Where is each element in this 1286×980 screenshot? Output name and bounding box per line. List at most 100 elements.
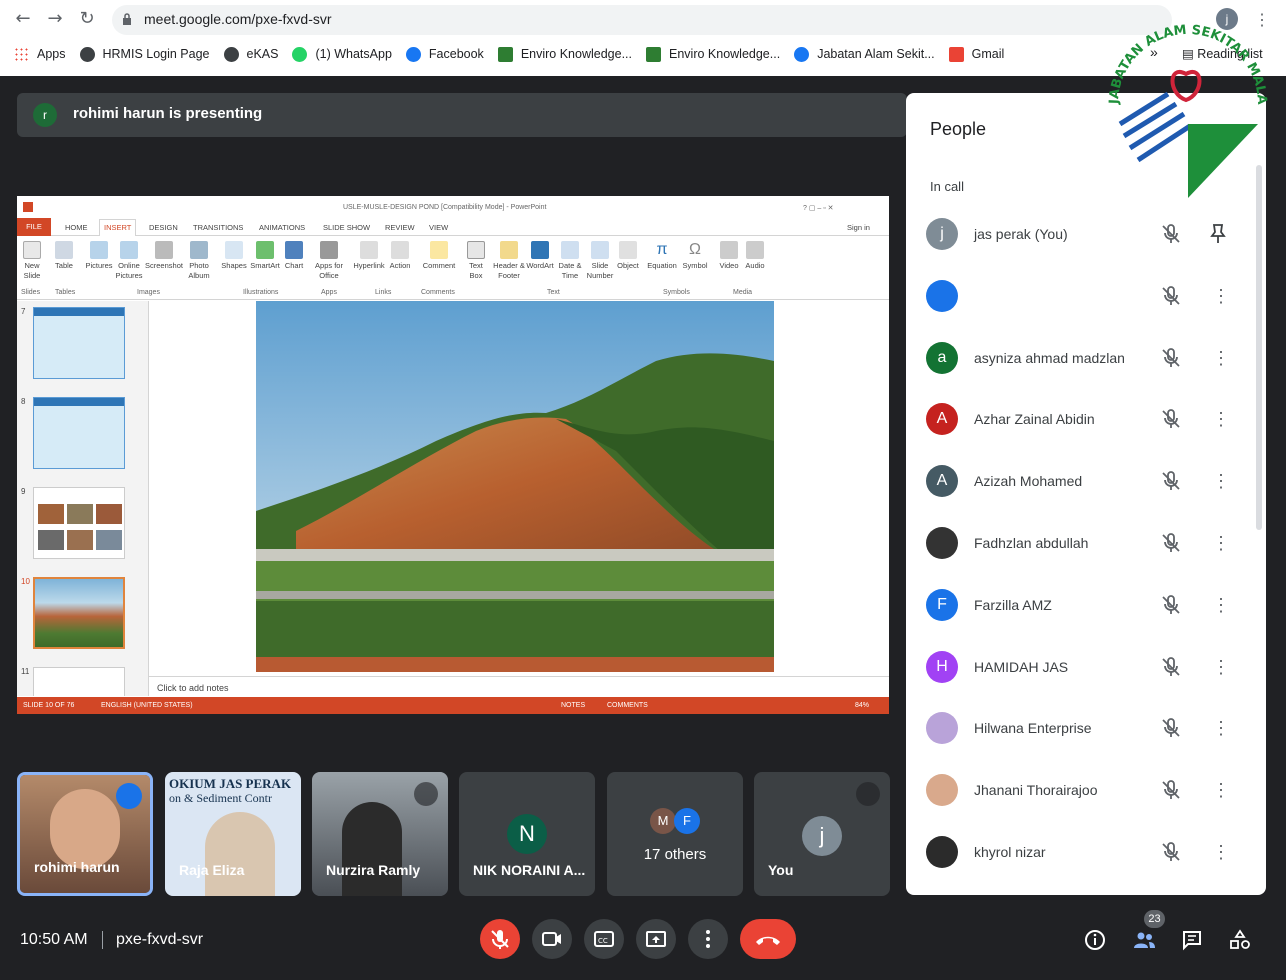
bookmark-whatsapp[interactable]: (1) WhatsApp <box>292 44 392 64</box>
tile-you[interactable]: j You <box>754 772 890 896</box>
slide-thumb-10-selected[interactable] <box>33 577 125 649</box>
mic-off-icon[interactable] <box>1159 778 1183 802</box>
bookmark-ekas[interactable]: eKAS <box>223 44 278 64</box>
ribbon-screenshot[interactable]: Screenshot <box>145 241 183 271</box>
ppt-tab-transitions[interactable]: TRANSITIONS <box>193 223 243 232</box>
ribbon-action[interactable]: Action <box>387 241 413 271</box>
participant-row[interactable]: Hilwana Enterprise ⋮ <box>906 703 1246 753</box>
ribbon-wordart[interactable]: WordArt <box>525 241 555 271</box>
bookmark-jabatan[interactable]: Jabatan Alam Sekit... <box>794 44 935 64</box>
ppt-sign-in[interactable]: Sign in <box>847 223 870 232</box>
ribbon-chart[interactable]: Chart <box>283 241 305 271</box>
ribbon-audio[interactable]: Audio <box>743 241 767 271</box>
more-vert-icon[interactable]: ⋮ <box>1212 469 1230 493</box>
ribbon-equation[interactable]: π Equation <box>645 241 679 271</box>
forward-icon[interactable]: → <box>44 8 66 30</box>
bookmark-gmail[interactable]: Gmail <box>948 44 1004 64</box>
more-vert-icon[interactable]: ⋮ <box>1212 531 1230 555</box>
ribbon-text-box[interactable]: Text Box <box>465 241 487 281</box>
more-vert-icon[interactable]: ⋮ <box>1212 346 1230 370</box>
pin-icon[interactable] <box>1206 222 1230 246</box>
more-vert-icon[interactable]: ⋮ <box>1212 716 1230 740</box>
ribbon-online-pictures[interactable]: Online Pictures <box>115 241 143 281</box>
mic-off-icon[interactable] <box>1159 222 1183 246</box>
ribbon-video[interactable]: Video <box>717 241 741 271</box>
ribbon-shapes[interactable]: Shapes <box>221 241 247 271</box>
tile-raja-eliza[interactable]: OKIUM JAS PERAK on & Sediment Contr Raja… <box>165 772 301 896</box>
mic-toggle-button[interactable] <box>480 919 520 959</box>
present-screen-button[interactable] <box>636 919 676 959</box>
bookmark-enviro-2[interactable]: Enviro Knowledge... <box>646 44 780 64</box>
mic-off-icon[interactable] <box>1159 531 1183 555</box>
mic-off-icon[interactable] <box>1159 346 1183 370</box>
ribbon-comment[interactable]: Comment <box>421 241 457 271</box>
bookmark-hrmis[interactable]: HRMIS Login Page <box>79 44 210 64</box>
ppt-tab-view[interactable]: VIEW <box>429 223 448 232</box>
panel-scrollbar[interactable] <box>1256 165 1262 530</box>
participant-row[interactable]: A Azizah Mohamed ⋮ <box>906 456 1246 506</box>
slide-thumb-11[interactable] <box>33 667 125 696</box>
bookmark-enviro-1[interactable]: Enviro Knowledge... <box>497 44 632 64</box>
tile-rohimi-harun[interactable]: rohimi harun <box>17 772 153 896</box>
ribbon-header-footer[interactable]: Header & Footer <box>491 241 527 281</box>
slide-thumb-9[interactable] <box>33 487 125 559</box>
camera-toggle-button[interactable] <box>532 919 572 959</box>
ppt-tab-file[interactable]: FILE <box>17 218 51 236</box>
ribbon-pictures[interactable]: Pictures <box>85 241 113 271</box>
participant-row[interactable]: H HAMIDAH JAS ⋮ <box>906 642 1246 692</box>
participant-row[interactable]: a asyniza ahmad madzlan ⋮ <box>906 333 1246 383</box>
participant-row[interactable]: Fadhzlan abdullah ⋮ <box>906 518 1246 568</box>
mic-off-icon[interactable] <box>1159 840 1183 864</box>
ppt-tab-design[interactable]: DESIGN <box>149 223 178 232</box>
ppt-tab-insert[interactable]: INSERT <box>99 219 137 236</box>
mic-off-icon[interactable] <box>1159 284 1183 308</box>
chat-icon[interactable] <box>1180 928 1204 952</box>
ppt-notes[interactable]: Click to add notes <box>149 676 889 696</box>
bookmark-facebook[interactable]: Facebook <box>405 44 484 64</box>
info-icon[interactable] <box>1083 928 1107 952</box>
participant-row[interactable]: F Farzilla AMZ ⋮ <box>906 580 1246 630</box>
ppt-tab-review[interactable]: REVIEW <box>385 223 415 232</box>
more-options-button[interactable] <box>688 919 728 959</box>
ppt-tab-home[interactable]: HOME <box>65 223 88 232</box>
bookmark-apps[interactable]: Apps <box>14 44 66 64</box>
status-comments[interactable]: COMMENTS <box>607 702 648 709</box>
mic-off-icon[interactable] <box>1159 469 1183 493</box>
participant-row[interactable]: A Azhar Zainal Abidin ⋮ <box>906 394 1246 444</box>
activities-icon[interactable] <box>1228 928 1252 952</box>
more-vert-icon[interactable]: ⋮ <box>1212 840 1230 864</box>
ribbon-new-slide[interactable]: New Slide <box>21 241 43 281</box>
ribbon-object[interactable]: Object <box>615 241 641 271</box>
mic-off-icon[interactable] <box>1159 407 1183 431</box>
back-icon[interactable]: ← <box>12 8 34 30</box>
ribbon-symbol[interactable]: Ω Symbol <box>681 241 709 271</box>
ribbon-photo-album[interactable]: Photo Album <box>185 241 213 281</box>
ribbon-slide-number[interactable]: Slide Number <box>585 241 615 281</box>
more-vert-icon[interactable]: ⋮ <box>1212 655 1230 679</box>
participant-row[interactable]: Jhanani Thorairajoo ⋮ <box>906 765 1246 815</box>
ppt-tab-slideshow[interactable]: SLIDE SHOW <box>323 223 370 232</box>
mic-off-icon[interactable] <box>1159 716 1183 740</box>
address-bar[interactable]: meet.google.com/pxe-fxvd-svr <box>112 5 1172 35</box>
ribbon-table[interactable]: Table <box>53 241 75 271</box>
participant-row[interactable]: khyrol nizar ⋮ <box>906 827 1246 877</box>
people-icon[interactable] <box>1132 928 1156 952</box>
slide-thumb-8[interactable] <box>33 397 125 469</box>
more-vert-icon[interactable]: ⋮ <box>1212 778 1230 802</box>
status-notes[interactable]: NOTES <box>561 702 585 709</box>
ribbon-date-time[interactable]: Date & Time <box>557 241 583 281</box>
slide-thumb-7[interactable] <box>33 307 125 379</box>
more-vert-icon[interactable]: ⋮ <box>1212 284 1230 308</box>
tile-nik-noraini[interactable]: N NIK NORAINI A... <box>459 772 595 896</box>
ribbon-hyperlink[interactable]: Hyperlink <box>353 241 385 271</box>
leave-call-button[interactable] <box>740 919 796 959</box>
ribbon-apps-for-office[interactable]: Apps for Office <box>313 241 345 281</box>
tile-others[interactable]: M F 17 others <box>607 772 743 896</box>
more-vert-icon[interactable]: ⋮ <box>1212 593 1230 617</box>
mic-off-icon[interactable] <box>1159 655 1183 679</box>
tile-nurzira-ramly[interactable]: Nurzira Ramly <box>312 772 448 896</box>
ppt-tab-animations[interactable]: ANIMATIONS <box>259 223 305 232</box>
more-vert-icon[interactable]: ⋮ <box>1212 407 1230 431</box>
status-zoom[interactable]: 84% <box>855 702 869 709</box>
ribbon-smartart[interactable]: SmartArt <box>249 241 281 271</box>
